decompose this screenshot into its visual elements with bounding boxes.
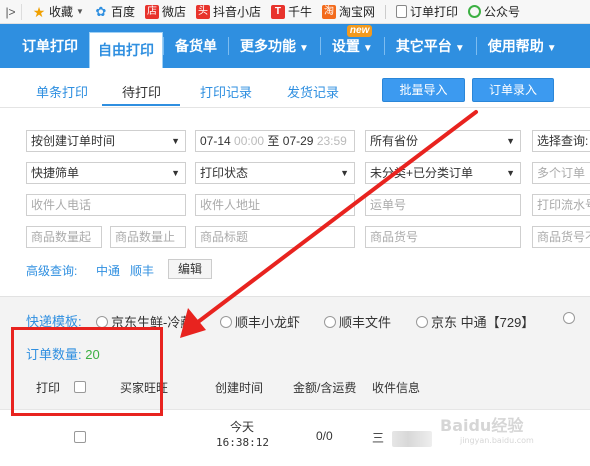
watermark-sub: jingyan.baidu.com [460,436,534,445]
watermark-text: Baidu经验 [440,416,524,435]
baidu-watermark: Baidu经验 jingyan.baidu.com [440,412,534,445]
annotation-arrow-icon [180,110,478,338]
